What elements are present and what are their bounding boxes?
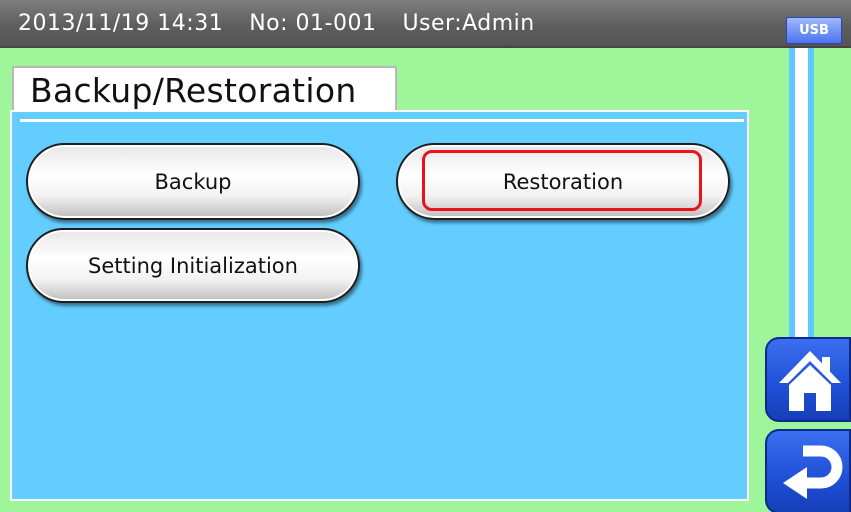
scroll-track[interactable] xyxy=(795,48,808,368)
status-info: 2013/11/19 14:31 No: 01-001 User:Admin xyxy=(18,11,561,36)
page-title: Backup/Restoration xyxy=(30,71,357,110)
backup-button-label: Backup xyxy=(154,169,232,194)
datetime-display: 2013/11/19 14:31 xyxy=(18,11,224,36)
title-tab: Backup/Restoration xyxy=(12,66,397,112)
home-icon xyxy=(779,351,841,411)
home-button[interactable] xyxy=(765,337,851,422)
status-bar: 2013/11/19 14:31 No: 01-001 User:Admin USB xyxy=(0,0,851,48)
setting-initialization-button[interactable]: Setting Initialization xyxy=(26,228,360,303)
restoration-button[interactable]: Restoration xyxy=(396,143,730,220)
usb-indicator[interactable]: USB xyxy=(786,17,842,44)
number-display: No: 01-001 xyxy=(249,11,377,36)
setting-initialization-button-label: Setting Initialization xyxy=(88,253,298,278)
restoration-button-label: Restoration xyxy=(502,169,624,194)
user-display: User:Admin xyxy=(402,11,535,36)
back-button[interactable] xyxy=(765,429,851,512)
hmi-screen: 2013/11/19 14:31 No: 01-001 User:Admin USB… xyxy=(0,0,851,512)
backup-button[interactable]: Backup xyxy=(26,143,360,220)
return-arrow-icon xyxy=(783,445,843,499)
panel-divider xyxy=(20,119,744,122)
